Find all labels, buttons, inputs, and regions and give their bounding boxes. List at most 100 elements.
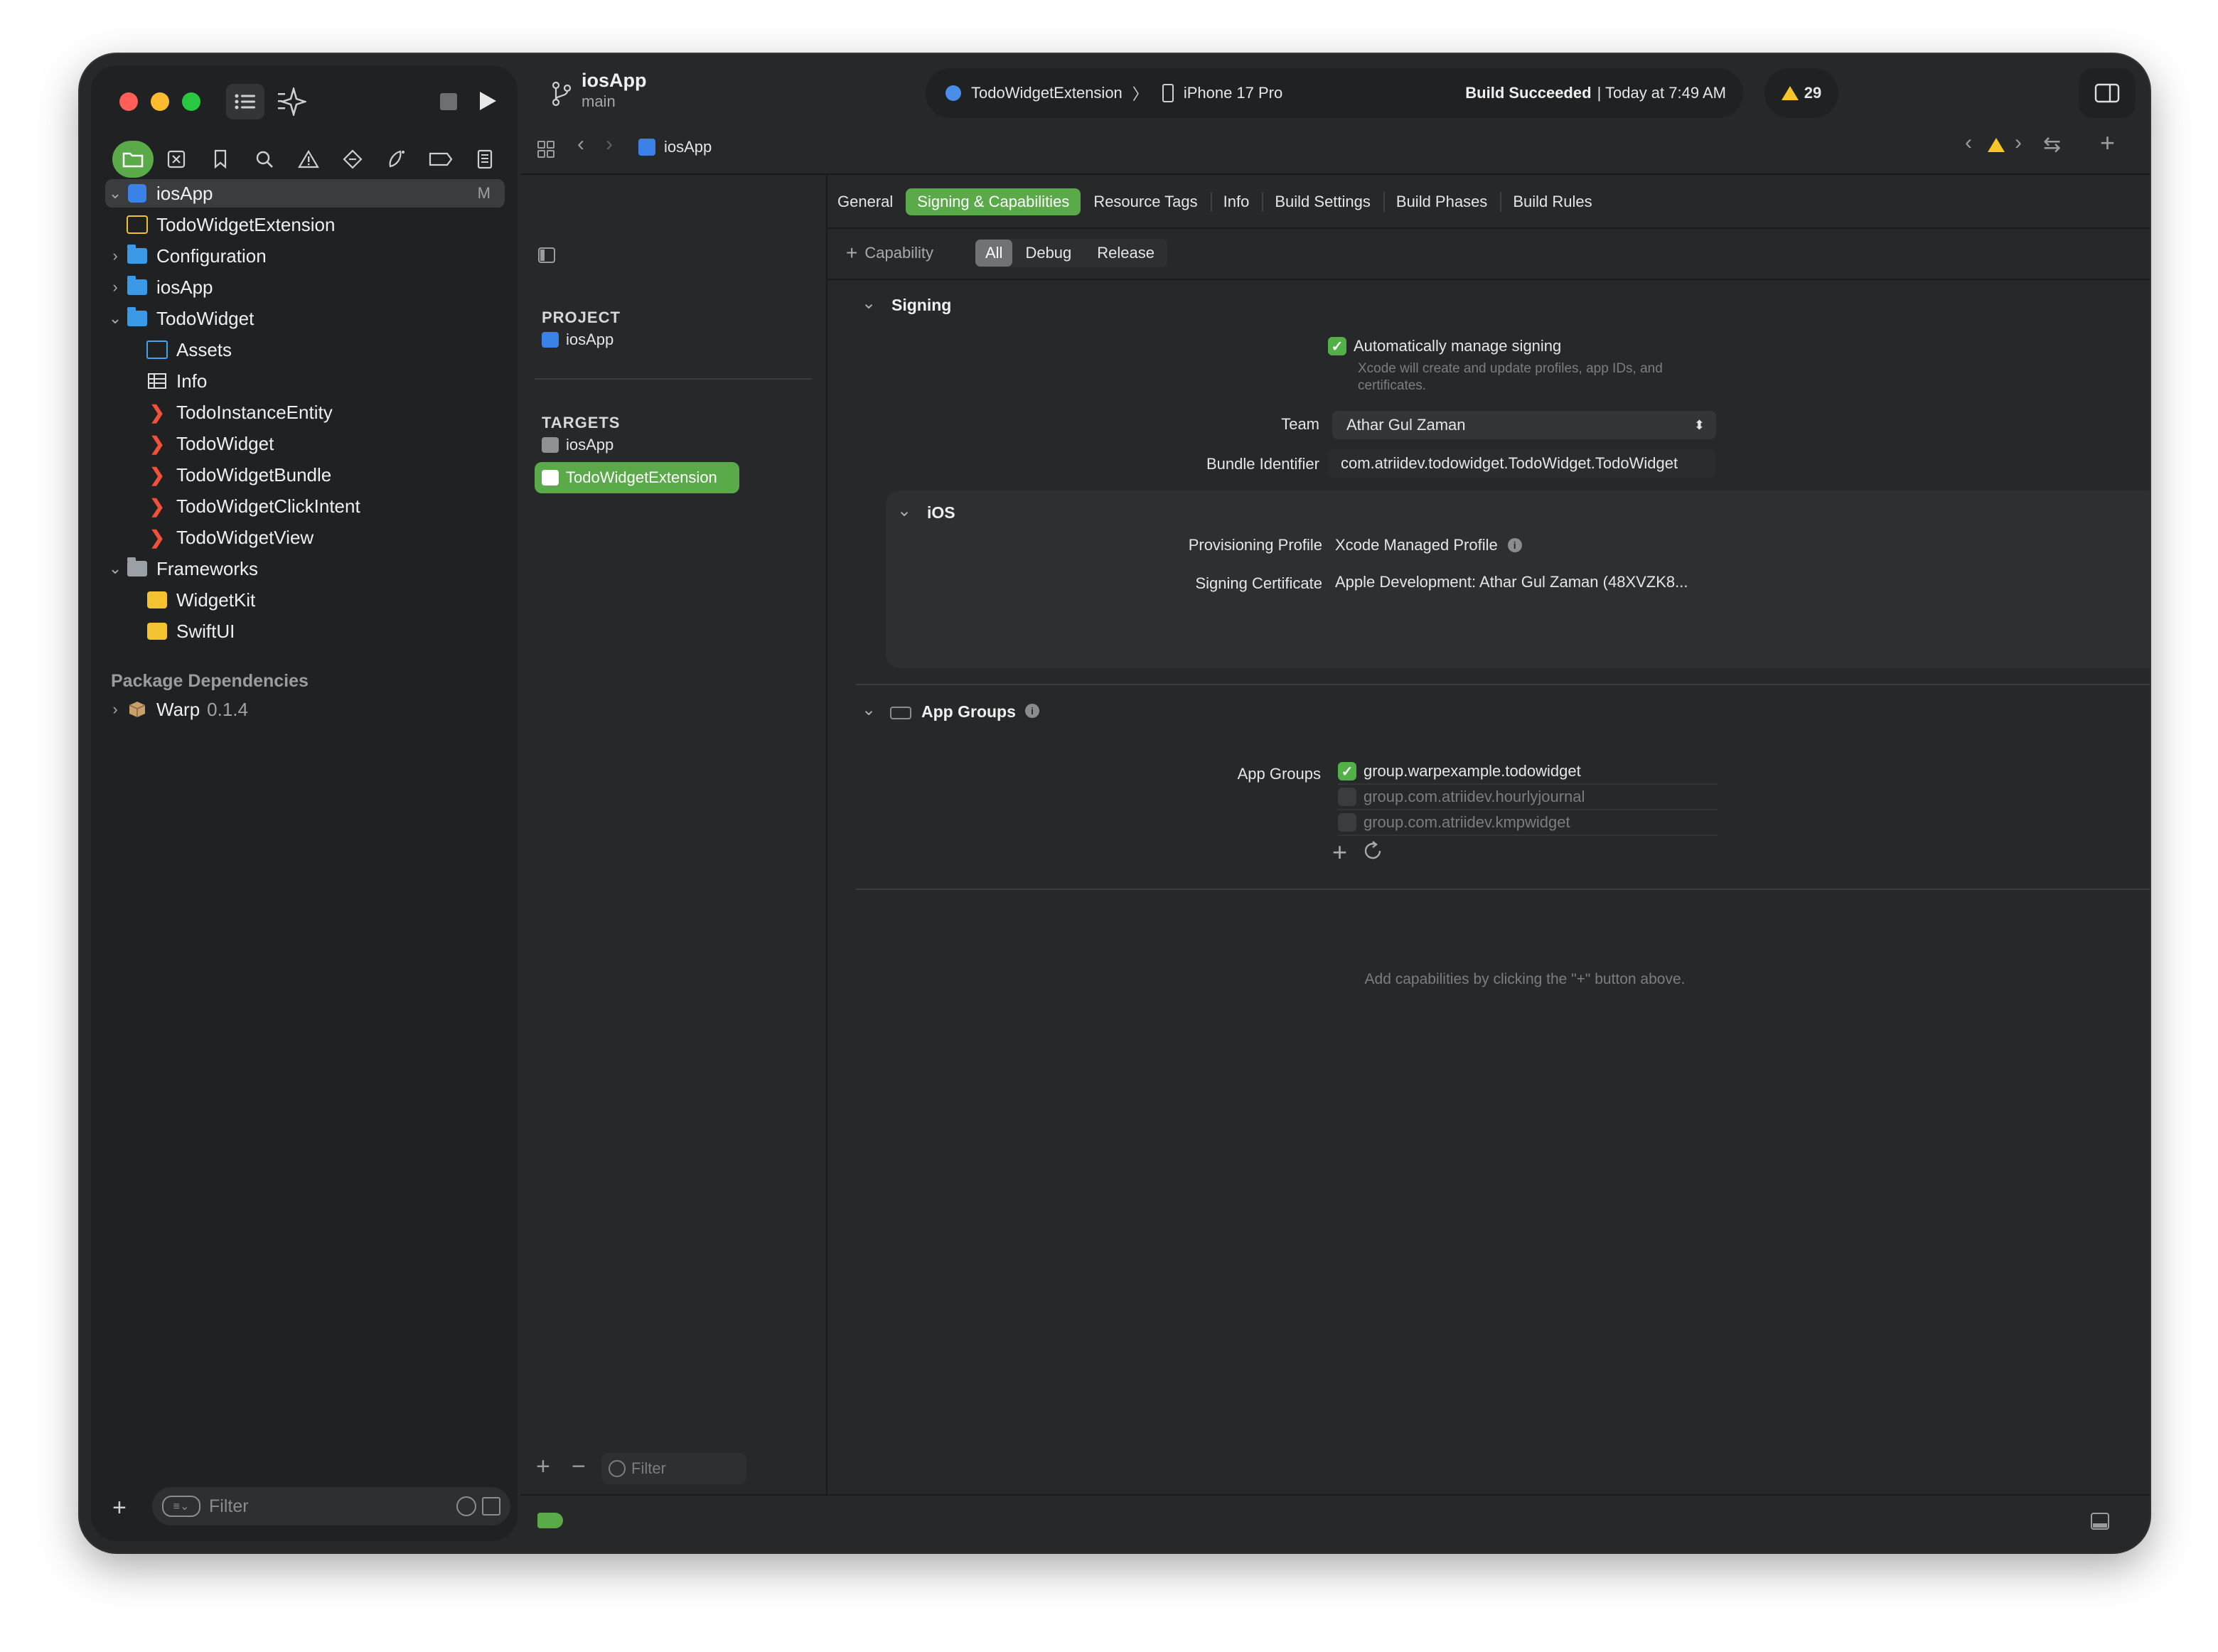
navigator-item[interactable]: ⌄ Frameworks: [105, 554, 505, 583]
app-groups-disclosure[interactable]: ⌄: [862, 699, 876, 720]
tab-info[interactable]: Info: [1212, 188, 1261, 215]
navigator-item[interactable]: Assets: [105, 336, 518, 364]
ios-disclosure[interactable]: ⌄: [897, 500, 911, 521]
package-row[interactable]: › Warp 0.1.4: [105, 695, 505, 724]
bookmark-navigator-icon[interactable]: [203, 141, 237, 178]
refresh-app-groups-icon[interactable]: [1362, 840, 1383, 865]
filter-debug[interactable]: Debug: [1012, 240, 1084, 267]
hide-targets-icon[interactable]: [536, 245, 557, 266]
navigator-root-row[interactable]: ⌄ iosApp M: [105, 179, 505, 208]
zoom-window-button[interactable]: [182, 92, 200, 111]
close-window-button[interactable]: [119, 92, 138, 111]
debug-navigator-icon[interactable]: [380, 141, 414, 178]
targets-filter-field[interactable]: Filter: [601, 1453, 746, 1484]
add-file-button[interactable]: +: [112, 1494, 127, 1522]
navigator-item[interactable]: TodoWidgetExtension: [105, 210, 518, 239]
info-icon[interactable]: i: [1507, 538, 1522, 552]
add-target-button[interactable]: +: [536, 1453, 550, 1481]
warnings-pill[interactable]: 29: [1764, 68, 1838, 118]
find-navigator-icon[interactable]: [247, 141, 282, 178]
inspector-toggle-icon[interactable]: [2079, 68, 2136, 118]
swift-file-icon: ❯: [149, 401, 165, 423]
project-icon: [125, 183, 149, 204]
navigator-item[interactable]: ❯ TodoWidget: [105, 429, 518, 458]
tab-build-rules[interactable]: Build Rules: [1501, 188, 1603, 215]
tab-signing-capabilities[interactable]: Signing & Capabilities: [906, 188, 1081, 215]
test-navigator-icon[interactable]: [336, 141, 370, 178]
app-groups-info-icon[interactable]: i: [1025, 704, 1039, 718]
tab-build-phases[interactable]: Build Phases: [1385, 188, 1499, 215]
app-group-checkbox[interactable]: ✓: [1338, 762, 1356, 781]
coding-assistant-icon[interactable]: [273, 84, 311, 119]
scheme-selector[interactable]: TodoWidgetExtension: [971, 84, 1123, 102]
filter-all[interactable]: All: [975, 240, 1013, 267]
team-popup[interactable]: Athar Gul Zaman ⬍: [1332, 411, 1716, 439]
remove-target-button[interactable]: −: [572, 1453, 586, 1481]
issue-warning-icon[interactable]: [1988, 138, 2010, 152]
auto-manage-signing-row[interactable]: ✓ Automatically manage signing: [1328, 337, 1561, 355]
navigator-toggle-icon[interactable]: [226, 84, 264, 119]
tab-build-settings[interactable]: Build Settings: [1263, 188, 1382, 215]
add-app-group-button[interactable]: +: [1332, 837, 1347, 867]
navigator-item[interactable]: Info: [105, 367, 518, 395]
previous-issue-icon[interactable]: ‹: [1965, 131, 1972, 155]
navigator-item[interactable]: ⌄ TodoWidget: [105, 304, 505, 333]
breakpoint-navigator-icon[interactable]: [424, 141, 458, 178]
disclosure-closed-icon[interactable]: ›: [105, 247, 125, 265]
tab-general[interactable]: General: [826, 188, 904, 215]
split-editor-icon[interactable]: ⇆: [2043, 132, 2061, 157]
auto-manage-checkbox[interactable]: ✓: [1328, 337, 1346, 355]
scm-filter-icon[interactable]: [482, 1497, 500, 1516]
navigator-filter-field[interactable]: ≡⌄ Filter: [152, 1487, 510, 1525]
navigator-item[interactable]: SwiftUI: [105, 617, 518, 645]
issue-navigator-icon[interactable]: [291, 141, 326, 178]
stop-icon[interactable]: [438, 91, 459, 112]
section-divider: [856, 889, 2150, 890]
report-navigator-icon[interactable]: [468, 141, 502, 178]
filter-options-icon[interactable]: ≡⌄: [162, 1496, 200, 1517]
project-navigator-tab[interactable]: [112, 141, 154, 178]
jump-back-icon[interactable]: ‹: [577, 132, 584, 156]
recent-files-icon[interactable]: [456, 1496, 476, 1516]
app-group-row[interactable]: group.com.atriidev.kmpwidget: [1338, 810, 1718, 836]
add-editor-icon[interactable]: +: [2100, 128, 2115, 158]
project-item[interactable]: iosApp: [535, 324, 736, 355]
target-item-iosapp[interactable]: iosApp: [535, 429, 736, 461]
show-debug-area-icon[interactable]: [2089, 1510, 2111, 1533]
disclosure-open-icon[interactable]: ⌄: [105, 309, 125, 328]
jumpbar-item[interactable]: iosApp: [638, 138, 712, 156]
tab-resource-tags[interactable]: Resource Tags: [1082, 188, 1209, 215]
add-capability-button[interactable]: + Capability: [846, 242, 933, 264]
navigator-sidebar: ⌄ iosApp M TodoWidgetExtension › Configu…: [91, 65, 518, 1541]
destination-selector[interactable]: iPhone 17 Pro: [1184, 84, 1282, 102]
run-icon[interactable]: [475, 88, 500, 114]
navigator-item[interactable]: › iosApp: [105, 273, 505, 301]
bundle-identifier-field[interactable]: com.atriidev.todowidget.TodoWidget.TodoW…: [1328, 449, 1716, 478]
next-issue-icon[interactable]: ›: [2015, 131, 2022, 155]
filter-release[interactable]: Release: [1084, 240, 1167, 267]
app-group-checkbox[interactable]: [1338, 788, 1356, 806]
app-group-row[interactable]: ✓ group.warpexample.todowidget: [1338, 759, 1718, 785]
disclosure-closed-icon[interactable]: ›: [105, 278, 125, 296]
app-group-row[interactable]: group.com.atriidev.hourlyjournal: [1338, 785, 1718, 810]
package-name: Warp: [156, 698, 200, 720]
signing-section-disclosure[interactable]: ⌄: [862, 293, 876, 313]
navigator-item[interactable]: › Configuration: [105, 242, 505, 270]
navigator-item[interactable]: ❯ TodoInstanceEntity: [105, 398, 518, 427]
related-items-grid-icon[interactable]: [533, 136, 559, 162]
editor-tabs: General Signing & Capabilities Resource …: [826, 181, 1605, 223]
navigator-item[interactable]: ❯ TodoWidgetClickIntent: [105, 492, 518, 520]
app-group-checkbox[interactable]: [1338, 813, 1356, 832]
navigator-item[interactable]: ❯ TodoWidgetView: [105, 523, 518, 552]
source-control-navigator-icon[interactable]: [159, 141, 193, 178]
disclosure-open-icon[interactable]: ⌄: [105, 184, 125, 203]
toolbar-project-name[interactable]: iosApp: [582, 70, 647, 92]
minimize-window-button[interactable]: [151, 92, 169, 111]
debug-breakpoints-toggle-icon[interactable]: [537, 1513, 563, 1528]
disclosure-closed-icon[interactable]: ›: [105, 700, 125, 719]
disclosure-open-icon[interactable]: ⌄: [105, 559, 125, 578]
jump-forward-icon[interactable]: ›: [606, 132, 613, 156]
navigator-item[interactable]: WidgetKit: [105, 586, 518, 614]
navigator-item[interactable]: ❯ TodoWidgetBundle: [105, 461, 518, 489]
target-item-todowidgetextension[interactable]: TodoWidgetExtension: [535, 462, 739, 493]
